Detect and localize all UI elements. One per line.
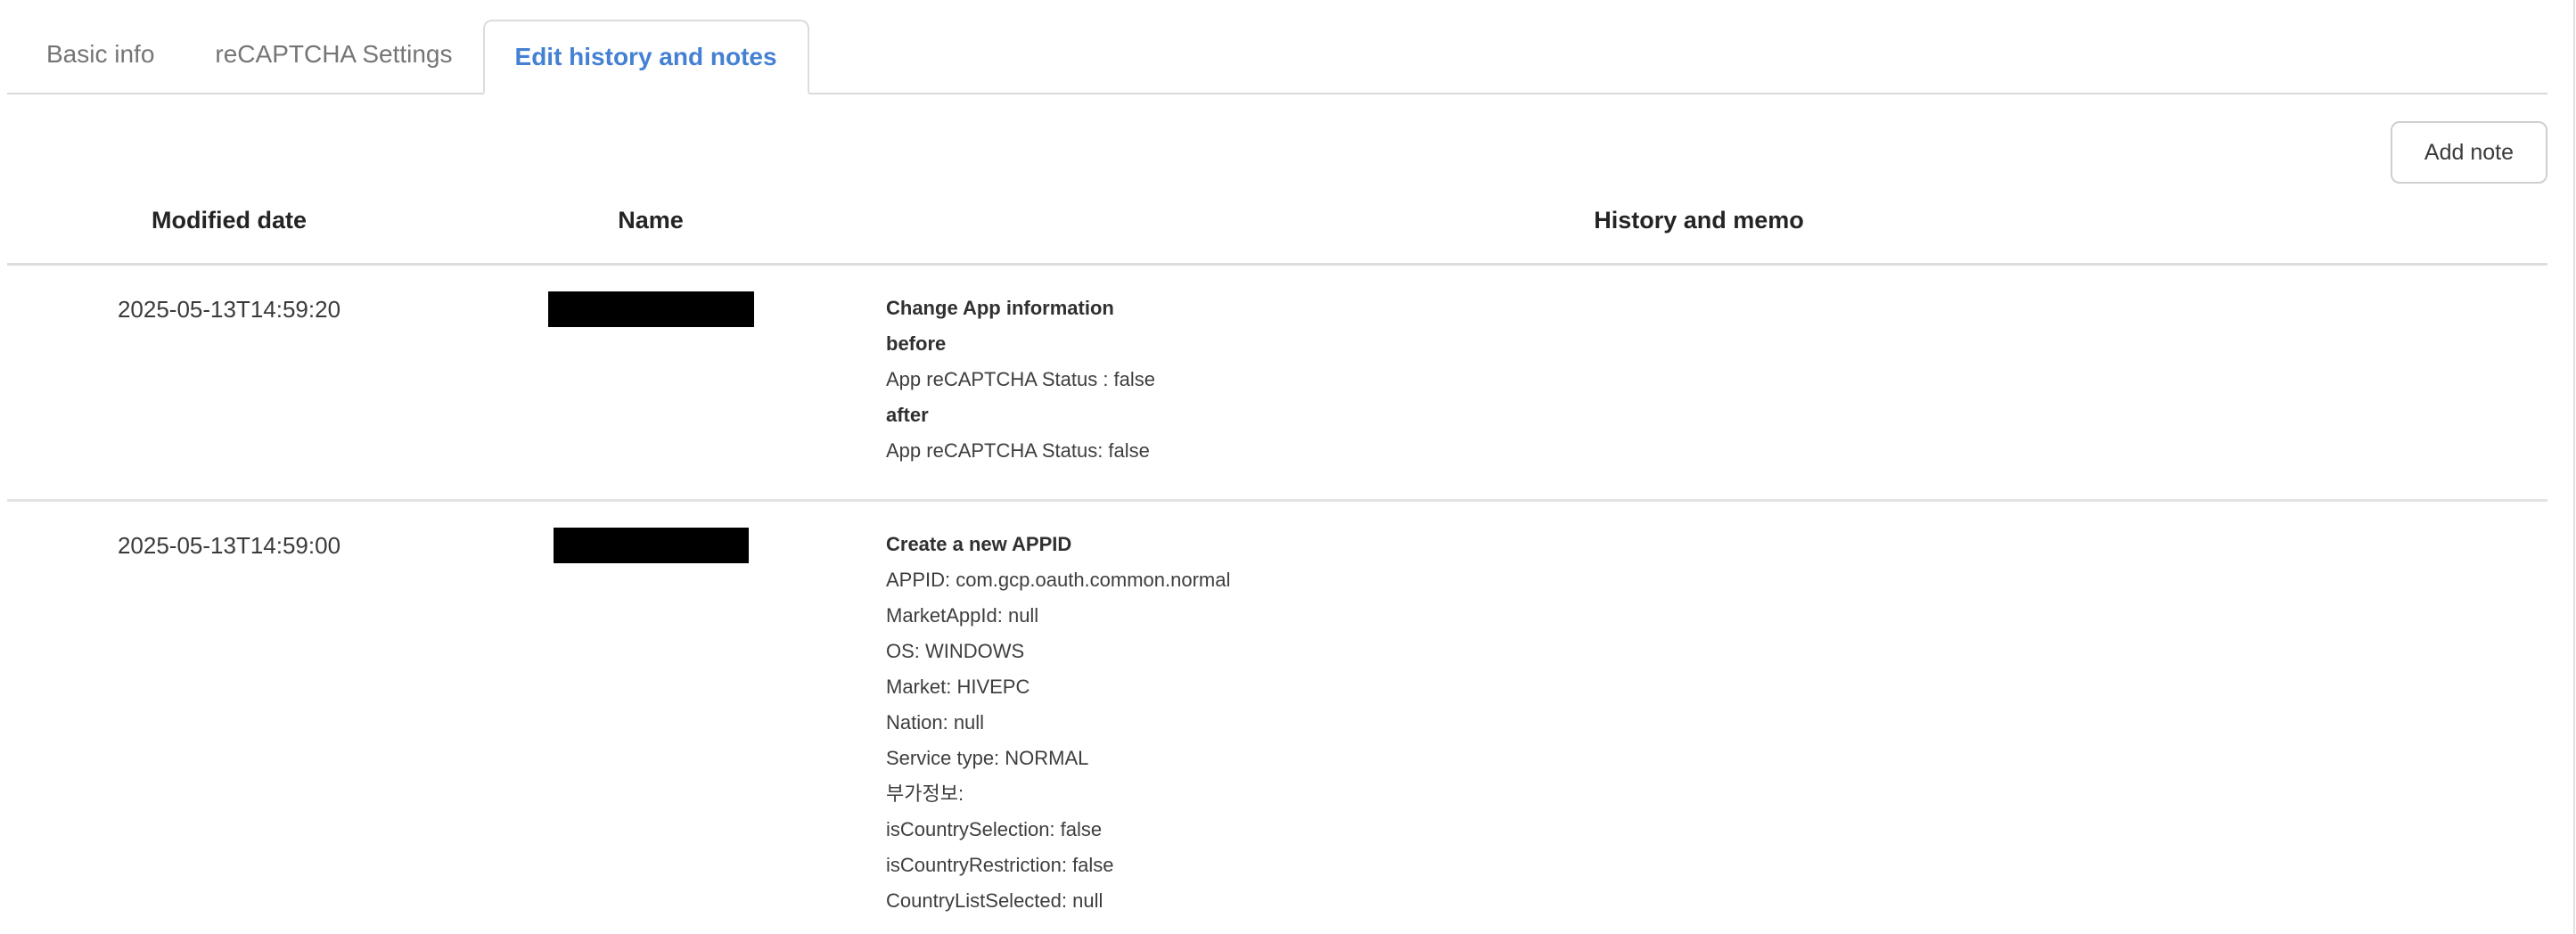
history-line: Nation: null [886, 705, 2530, 741]
tab-bar: Basic info reCAPTCHA Settings Edit histo… [7, 0, 2547, 94]
history-line: OS: WINDOWS [886, 634, 2530, 669]
history-heading: Create a new APPID [886, 527, 2530, 562]
history-line: isCountrySelection: false [886, 812, 2530, 848]
name-cell [451, 266, 850, 499]
panel-right-border [2573, 0, 2575, 934]
table-body: 2025-05-13T14:59:20 Change App informatio… [7, 266, 2547, 934]
history-line: Market: HIVEPC [886, 669, 2530, 705]
history-line: APPID: com.gcp.oauth.common.normal [886, 562, 2530, 598]
redacted-name-box [548, 291, 754, 327]
history-and-memo-cell: Change App informationbeforeApp reCAPTCH… [850, 266, 2547, 499]
modified-date-cell: 2025-05-13T14:59:20 [7, 266, 451, 499]
add-note-button[interactable]: Add note [2391, 121, 2547, 184]
history-heading: after [886, 397, 2530, 433]
name-cell [451, 502, 850, 934]
history-line: 부가정보: [886, 776, 2530, 812]
tab-basic-info[interactable]: Basic info [16, 0, 185, 93]
history-line: isCountryRestriction: false [886, 848, 2530, 883]
history-line: App reCAPTCHA Status : false [886, 362, 2530, 397]
app-settings-page: Basic info reCAPTCHA Settings Edit histo… [0, 0, 2576, 934]
tab-edit-history-and-notes[interactable]: Edit history and notes [483, 20, 809, 94]
history-heading: before [886, 326, 2530, 362]
column-header-name: Name [451, 94, 850, 263]
column-header-modified-date: Modified date [7, 94, 451, 263]
table-row: 2025-05-13T14:59:20 Change App informatio… [7, 266, 2547, 502]
table-header-row: Modified date Name History and memo [7, 94, 2547, 266]
history-line: App reCAPTCHA Status: false [886, 433, 2530, 469]
tab-recaptcha-settings[interactable]: reCAPTCHA Settings [185, 0, 482, 93]
redacted-name-box [554, 528, 749, 563]
history-heading: Change App information [886, 291, 2530, 326]
history-and-memo-cell: Create a new APPIDAPPID: com.gcp.oauth.c… [850, 502, 2547, 934]
history-line: Service type: NORMAL [886, 741, 2530, 776]
column-header-history-and-memo: History and memo [850, 94, 2547, 263]
history-line: MarketAppId: null [886, 598, 2530, 634]
edit-history-table: Modified date Name History and memo 2025… [7, 94, 2547, 934]
modified-date-cell: 2025-05-13T14:59:00 [7, 502, 451, 934]
table-row: 2025-05-13T14:59:00 Create a new APPIDAPP… [7, 502, 2547, 934]
history-line: CountryListSelected: null [886, 883, 2530, 919]
